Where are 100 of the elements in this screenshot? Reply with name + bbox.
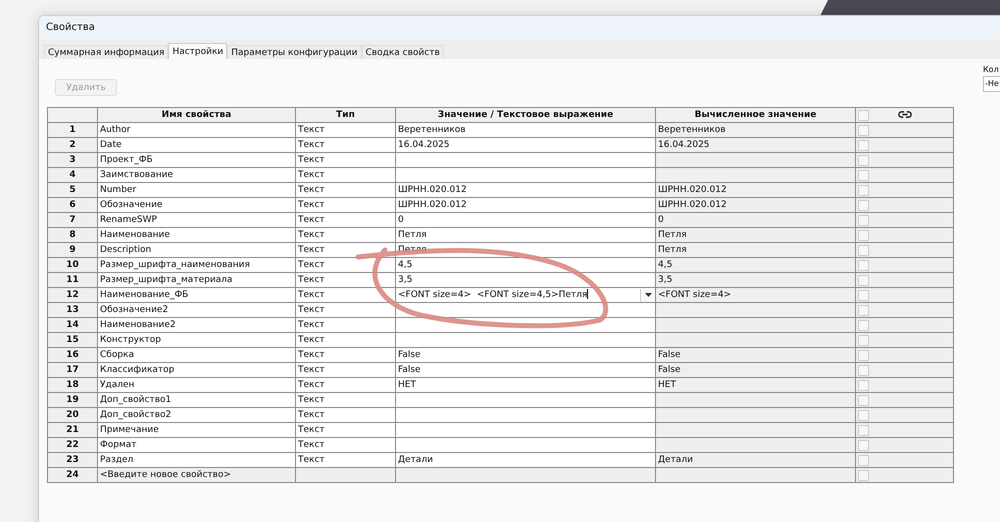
checkbox[interactable]	[858, 200, 869, 211]
configuration-label: Кол	[983, 65, 999, 74]
checkbox[interactable]	[858, 320, 869, 331]
table-cell: 3,5	[398, 274, 412, 284]
row-number: 12	[48, 288, 98, 302]
column-header: Тип	[296, 108, 396, 122]
dropdown-button[interactable]	[640, 288, 654, 302]
table-cell: Текст	[298, 124, 325, 134]
table-cell: Конструктор	[98, 332, 296, 348]
table-cell: Текст	[298, 290, 325, 300]
checkbox[interactable]	[858, 185, 869, 196]
checkbox[interactable]	[858, 365, 869, 376]
table-cell: 0	[398, 214, 404, 224]
table-cell: 3,5	[658, 274, 672, 284]
checkbox[interactable]	[858, 335, 869, 346]
configuration-select[interactable]: -Не	[983, 76, 1000, 92]
column-header: Вычисленное значение	[656, 108, 856, 122]
checkbox[interactable]	[858, 440, 869, 451]
table-cell: False	[398, 350, 421, 360]
checkbox[interactable]	[858, 125, 869, 136]
checkbox[interactable]	[858, 260, 869, 271]
row-number: 10	[48, 258, 98, 272]
table-cell: НЕТ	[398, 380, 416, 390]
checkbox[interactable]	[858, 110, 869, 121]
checkbox[interactable]	[858, 425, 869, 436]
checkbox[interactable]	[858, 395, 869, 406]
row-number: 9	[48, 242, 98, 258]
checkbox[interactable]	[858, 155, 869, 166]
checkbox[interactable]	[858, 230, 869, 241]
table-cell: Обозначение2	[98, 302, 296, 318]
table-cell: False	[658, 364, 681, 374]
table-cell: ШРНН.020.012	[658, 184, 727, 194]
row-number: 22	[48, 438, 98, 452]
row-number: 17	[48, 362, 98, 378]
checkbox[interactable]	[858, 170, 869, 181]
table-cell: Текст	[298, 230, 325, 240]
row-number: 2	[48, 138, 98, 152]
checkbox[interactable]	[858, 350, 869, 361]
table-cell: Сборка	[98, 348, 296, 362]
checkbox[interactable]	[858, 215, 869, 226]
row-number: 15	[48, 332, 98, 348]
table-cell: Текст	[298, 274, 325, 284]
table-cell: 0	[658, 214, 664, 224]
table-cell: Заимствование	[98, 168, 296, 182]
table-cell: Текст	[298, 364, 325, 374]
row-number: 13	[48, 302, 98, 318]
tab[interactable]: Настройки	[168, 43, 228, 59]
table-cell: ШРНН.020.012	[398, 184, 467, 194]
checkbox[interactable]	[858, 245, 869, 256]
row-number: 20	[48, 408, 98, 422]
checkbox[interactable]	[858, 410, 869, 421]
table-cell: 16.04.2025	[398, 140, 450, 150]
table-cell: Размер_шрифта_наименования	[98, 258, 296, 272]
table-cell: Наименование2	[98, 318, 296, 332]
checkbox[interactable]	[858, 275, 869, 286]
tab[interactable]: Параметры конфигурации	[227, 45, 362, 59]
checkbox[interactable]	[858, 455, 869, 466]
row-number: 8	[48, 228, 98, 242]
row-number: 5	[48, 182, 98, 198]
table-cell: Текст	[298, 140, 325, 150]
checkbox[interactable]	[858, 305, 869, 316]
value-input-field[interactable]: <FONT size=4> <FONT size=4,5>Петля	[396, 288, 654, 302]
row-number: 14	[48, 318, 98, 332]
table-cell: 16.04.2025	[658, 140, 710, 150]
table-cell: Текст	[298, 410, 325, 420]
table-cell: 4,5	[658, 260, 672, 270]
table-cell: Текст	[298, 154, 325, 164]
table-cell: Обозначение	[98, 198, 296, 212]
table-cell: Наименование	[98, 228, 296, 242]
table-cell: Классификатор	[98, 362, 296, 378]
checkbox[interactable]	[858, 380, 869, 391]
table-cell: Текст	[298, 200, 325, 210]
tab[interactable]: Суммарная информация	[44, 45, 168, 59]
table-cell: False	[398, 364, 421, 374]
table-cell: Текст	[298, 394, 325, 404]
table-cell: False	[658, 350, 681, 360]
table-cell: Текст	[298, 184, 325, 194]
checkbox[interactable]	[858, 470, 869, 481]
row-number: 24	[48, 468, 98, 482]
tab[interactable]: Сводка свойств	[362, 45, 444, 59]
table-cell: Текст	[298, 304, 325, 314]
table-cell: <FONT size=4>	[658, 290, 732, 300]
checkbox[interactable]	[858, 140, 869, 151]
table-cell: Текст	[298, 214, 325, 224]
table-cell: Проект_ФБ	[98, 152, 296, 168]
table-cell: Веретенников	[398, 124, 466, 134]
checkbox[interactable]	[858, 290, 869, 301]
table-cell: Текст	[298, 350, 325, 360]
table-cell: Наименование_ФБ	[98, 288, 296, 302]
table-cell: Размер_шрифта_материала	[98, 272, 296, 288]
table-cell: Author	[98, 122, 296, 138]
table-cell: Текст	[298, 440, 325, 450]
link-icon[interactable]	[898, 110, 912, 119]
table-cell: Петля	[398, 230, 427, 240]
table-cell: Date	[98, 138, 296, 152]
table-cell: Текст	[298, 380, 325, 390]
table-cell: Number	[98, 182, 296, 198]
row-number: 1	[48, 122, 98, 138]
row-number: 19	[48, 392, 98, 408]
table-cell: Примечание	[98, 422, 296, 438]
